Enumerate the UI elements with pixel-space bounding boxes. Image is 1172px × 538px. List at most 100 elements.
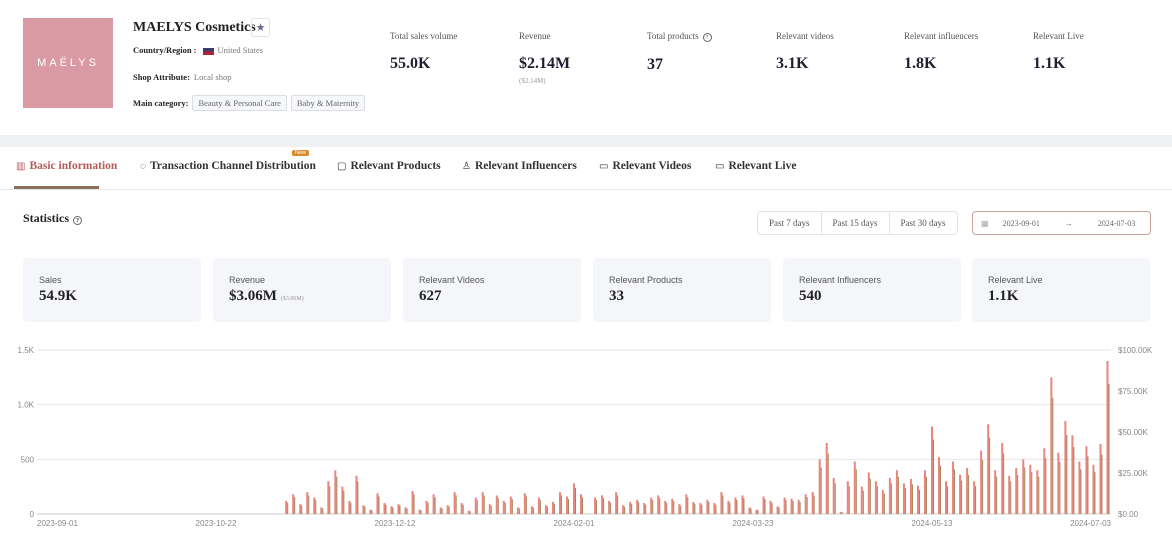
bar bbox=[916, 485, 919, 514]
bar-revenue bbox=[420, 510, 422, 514]
bar bbox=[467, 510, 470, 514]
tab-transaction-channel-distribution[interactable]: ◌ Transaction Channel Distribution bbox=[140, 160, 316, 172]
kpi-value: 1.8K bbox=[904, 55, 937, 72]
bar bbox=[425, 500, 428, 514]
bar-revenue bbox=[462, 504, 464, 514]
bar-revenue bbox=[385, 504, 387, 514]
bar bbox=[362, 505, 365, 514]
date-to[interactable]: 2024-07-03 bbox=[1098, 219, 1135, 228]
bar bbox=[1050, 377, 1053, 514]
help-icon[interactable]: ? bbox=[73, 216, 82, 225]
bar-revenue bbox=[596, 500, 598, 514]
kpi-value: 37 bbox=[647, 56, 663, 73]
bar-revenue bbox=[701, 504, 703, 514]
bar bbox=[987, 424, 990, 514]
card-label: Relevant Live bbox=[988, 275, 1043, 285]
category-tag[interactable]: Beauty & Personal Care bbox=[192, 95, 287, 111]
tab-relevant-products[interactable]: ▢ Relevant Products bbox=[337, 160, 441, 172]
bar bbox=[811, 492, 814, 514]
bar bbox=[713, 503, 716, 514]
bar bbox=[797, 499, 800, 514]
bar-revenue bbox=[652, 500, 654, 514]
category-tag[interactable]: Baby & Maternity bbox=[290, 95, 366, 111]
bar-revenue bbox=[1031, 472, 1033, 514]
bar bbox=[734, 497, 737, 514]
bar bbox=[629, 501, 632, 514]
statistics-title: Statistics? bbox=[23, 211, 82, 226]
bar-revenue bbox=[645, 504, 647, 514]
bar bbox=[748, 507, 751, 514]
x-tick-label: 2024-03-23 bbox=[733, 519, 774, 528]
bar bbox=[1078, 461, 1081, 514]
stat-card-sales: Sales 54.9K bbox=[23, 258, 201, 322]
tab-bar: ▥ Basic information ◌ Transaction Channel … bbox=[0, 147, 1172, 190]
shop-name: MAELYS Cosmetics bbox=[133, 20, 256, 35]
bar-revenue bbox=[378, 496, 380, 514]
range-past-7-days[interactable]: Past 7 days bbox=[758, 212, 822, 234]
bar-revenue bbox=[1108, 383, 1110, 514]
bar-revenue bbox=[982, 460, 984, 514]
bar-revenue bbox=[855, 469, 857, 514]
bar bbox=[530, 506, 533, 514]
tab-relevant-videos[interactable]: ▭ Relevant Videos bbox=[599, 160, 691, 172]
bar-revenue bbox=[476, 500, 478, 514]
card-value: 540 bbox=[799, 288, 822, 304]
bar-revenue bbox=[1101, 454, 1103, 514]
bar-revenue bbox=[434, 497, 436, 514]
bar-revenue bbox=[1003, 453, 1005, 514]
calendar-icon: ▦ bbox=[981, 218, 989, 228]
bar-revenue bbox=[715, 504, 717, 514]
distribution-icon: ◌ bbox=[140, 161, 146, 172]
bar bbox=[376, 493, 379, 514]
bar bbox=[446, 505, 449, 514]
bar-revenue bbox=[722, 495, 724, 514]
bar bbox=[481, 492, 484, 514]
bar-revenue bbox=[441, 508, 443, 514]
y2-tick-label: $75.00K bbox=[1118, 387, 1148, 396]
tab-basic-information[interactable]: ▥ Basic information bbox=[16, 160, 117, 172]
tab-label: Basic information bbox=[29, 160, 118, 172]
bar bbox=[594, 497, 597, 514]
bar bbox=[776, 506, 779, 514]
bar-revenue bbox=[406, 508, 408, 514]
bar bbox=[1008, 475, 1011, 514]
bar bbox=[846, 481, 849, 514]
bar-chart-icon: ▥ bbox=[16, 161, 26, 172]
tab-relevant-influencers[interactable]: ♙ Relevant Influencers bbox=[462, 160, 577, 172]
range-past-15-days[interactable]: Past 15 days bbox=[822, 212, 890, 234]
date-separator: → bbox=[1064, 218, 1073, 228]
tab-relevant-live[interactable]: ▭ Relevant Live bbox=[715, 160, 796, 172]
date-from[interactable]: 2023-09-01 bbox=[1003, 219, 1040, 228]
bar bbox=[727, 500, 730, 514]
bar bbox=[790, 498, 793, 514]
bar bbox=[509, 496, 512, 514]
bar bbox=[355, 475, 358, 514]
bar-revenue bbox=[961, 480, 963, 514]
tab-label: Relevant Videos bbox=[612, 160, 692, 172]
bar bbox=[853, 461, 856, 514]
bar bbox=[320, 507, 323, 514]
favorite-star-icon[interactable]: ★ bbox=[251, 18, 270, 37]
bar-revenue bbox=[322, 508, 324, 514]
bar-revenue bbox=[785, 500, 787, 514]
help-icon[interactable]: ? bbox=[702, 33, 712, 42]
tab-label: Relevant Live bbox=[728, 160, 797, 172]
category-label: Main category: bbox=[133, 98, 189, 108]
tab-label: Relevant Products bbox=[350, 160, 441, 172]
bar-revenue bbox=[996, 476, 998, 514]
bar-revenue bbox=[750, 508, 752, 514]
bar bbox=[1092, 464, 1095, 514]
bar bbox=[818, 459, 821, 514]
bar bbox=[636, 499, 639, 514]
date-range-picker[interactable]: ▦ 2023-09-01 → 2024-07-03 bbox=[972, 211, 1151, 235]
bar-revenue bbox=[638, 501, 640, 514]
bar-revenue bbox=[778, 507, 780, 514]
bar bbox=[931, 426, 933, 514]
range-past-30-days[interactable]: Past 30 days bbox=[890, 212, 957, 234]
kpi-value: $2.14M bbox=[519, 55, 571, 72]
bar-revenue bbox=[869, 478, 871, 514]
y2-tick-label: $100.00K bbox=[1118, 346, 1153, 355]
bar bbox=[881, 489, 884, 514]
y-tick-label: 1.5K bbox=[18, 346, 35, 355]
bar-revenue bbox=[567, 499, 569, 514]
